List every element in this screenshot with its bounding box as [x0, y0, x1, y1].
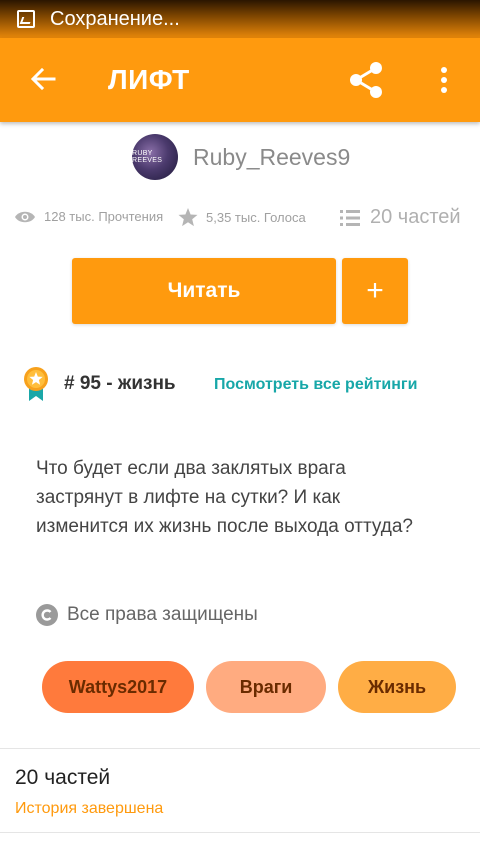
ranking: # 95 - жизнь	[22, 366, 176, 402]
plus-icon: +	[366, 274, 384, 307]
divider	[0, 832, 480, 833]
star-icon	[178, 208, 198, 227]
status-bar: Сохранение...	[0, 0, 480, 38]
divider	[0, 748, 480, 749]
story-stats: 128 тыс. Прочтения 5,35 тыс. Голоса 20 ч…	[14, 206, 474, 236]
parts-stat: 20 частей	[340, 206, 461, 229]
toolbar: ЛИФТ	[0, 38, 480, 122]
tag-zhizn[interactable]: Жизнь	[338, 661, 456, 713]
reads-count: 128 тыс. Прочтения	[44, 209, 164, 224]
read-button[interactable]: Читать	[72, 258, 336, 324]
tag-vragi[interactable]: Враги	[206, 661, 326, 713]
votes-stat: 5,35 тыс. Голоса	[178, 208, 306, 227]
more-vertical-icon	[441, 67, 447, 93]
copyright-text: Все права защищены	[67, 604, 258, 625]
story-title: ЛИФТ	[108, 64, 190, 95]
avatar: RUBY REEVES	[132, 134, 178, 180]
share-button[interactable]	[344, 58, 388, 102]
parts-section-title[interactable]: 20 частей	[15, 766, 110, 790]
author-name: Ruby_Reeves9	[193, 143, 351, 170]
more-options-button[interactable]	[424, 58, 464, 102]
tag-wattys2017[interactable]: Wattys2017	[42, 661, 194, 713]
parts-count: 20 частей	[370, 206, 461, 228]
eye-icon	[15, 211, 35, 222]
story-description: Что будет если два заклятых врага застря…	[36, 458, 413, 537]
author-link[interactable]: RUBY REEVES Ruby_Reeves9	[132, 134, 350, 180]
status-text: Сохранение...	[50, 7, 180, 30]
view-all-rankings-link[interactable]: Посмотреть все рейтинги	[214, 376, 417, 394]
votes-count: 5,35 тыс. Голоса	[206, 210, 306, 225]
reads-stat: 128 тыс. Прочтения	[14, 209, 163, 224]
rank-text: # 95 - жизнь	[64, 373, 176, 394]
image-icon	[17, 10, 35, 28]
add-to-library-button[interactable]: +	[342, 258, 408, 324]
copyright: Все права защищены	[36, 604, 258, 626]
list-icon	[340, 209, 360, 226]
back-button[interactable]	[22, 58, 64, 100]
medal-icon	[24, 367, 48, 401]
story-status: История завершена	[15, 800, 164, 817]
arrow-left-icon	[30, 68, 56, 90]
share-icon	[350, 62, 382, 98]
copyright-icon	[36, 604, 58, 626]
